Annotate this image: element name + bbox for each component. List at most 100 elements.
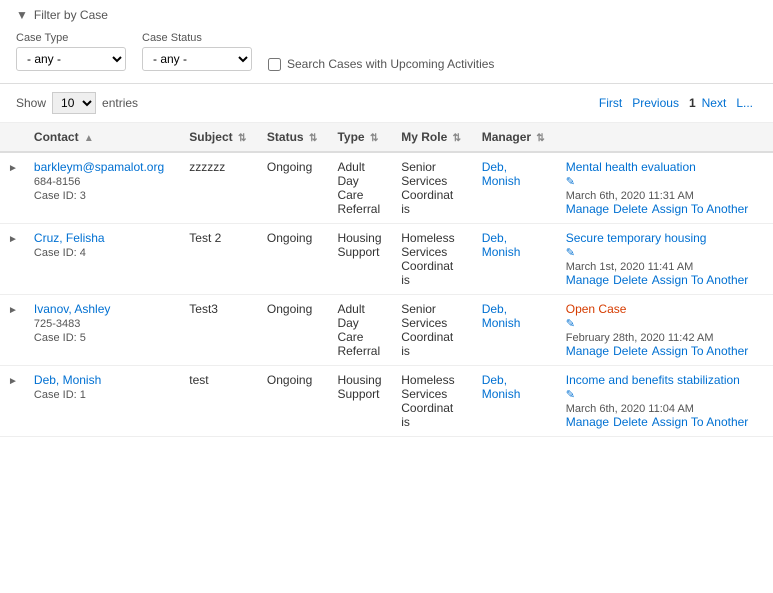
case-status-select[interactable]: - any - — [142, 47, 252, 71]
edit-pencil-icon[interactable]: ✎ — [566, 389, 575, 401]
pagination: First Previous 1 Next L... — [599, 96, 757, 110]
row-expander[interactable]: ► — [0, 224, 26, 295]
contact-link[interactable]: barkleym@spamalot.org — [34, 160, 164, 174]
role-text: HomelessServicesCoordinatis — [401, 373, 454, 429]
contact-link[interactable]: Ivanov, Ashley — [34, 302, 111, 316]
collapse-icon[interactable]: ▼ — [16, 8, 28, 22]
entries-select[interactable]: 10 — [52, 92, 96, 114]
action-delete[interactable]: Delete — [613, 273, 648, 287]
manager-sort-icon: ⇅ — [536, 133, 544, 144]
type-text: AdultDayCareReferral — [337, 302, 380, 358]
manager-link[interactable]: Deb,Monish — [482, 373, 521, 401]
row-expander[interactable]: ► — [0, 295, 26, 366]
contact-link[interactable]: Deb, Monish — [34, 373, 101, 387]
filter-header: ▼ Filter by Case — [16, 8, 757, 22]
case-date: February 28th, 2020 11:42 AM — [566, 332, 714, 344]
status-cell: Ongoing — [259, 224, 330, 295]
table-controls: Show 10 entries First Previous 1 Next L.… — [0, 84, 773, 123]
subject-sort-icon: ⇅ — [238, 133, 246, 144]
col-type[interactable]: Type ⇅ — [329, 123, 393, 152]
table-row: ► barkleym@spamalot.org 684-8156 Case ID: 3… — [0, 152, 773, 224]
contact-case-id: Case ID: 4 — [34, 247, 86, 259]
contact-phone: 725-3483 — [34, 318, 81, 330]
case-type-field: Case Type - any - — [16, 32, 126, 71]
type-cell: HousingSupport — [329, 224, 393, 295]
col-my-role[interactable]: My Role ⇅ — [393, 123, 473, 152]
col-subject[interactable]: Subject ⇅ — [181, 123, 259, 152]
action-assign-to-another[interactable]: Assign To Another — [652, 344, 749, 358]
pagination-prev[interactable]: Previous — [632, 96, 679, 110]
role-cell: SeniorServicesCoordinatis — [393, 152, 473, 224]
row-expander[interactable]: ► — [0, 366, 26, 437]
case-status-field: Case Status - any - — [142, 32, 252, 71]
action-delete[interactable]: Delete — [613, 202, 648, 216]
action-manage[interactable]: Manage — [566, 202, 609, 216]
upcoming-activities-field: Search Cases with Upcoming Activities — [268, 57, 494, 71]
case-title-link[interactable]: Open Case — [566, 302, 627, 316]
action-manage[interactable]: Manage — [566, 415, 609, 429]
status-cell: Ongoing — [259, 152, 330, 224]
col-contact[interactable]: Contact ▲ — [26, 123, 181, 152]
action-links: Manage Delete Assign To Another — [566, 344, 753, 358]
role-cell: HomelessServicesCoordinatis — [393, 224, 473, 295]
subject-cell: test — [181, 366, 259, 437]
action-assign-to-another[interactable]: Assign To Another — [652, 273, 749, 287]
action-delete[interactable]: Delete — [613, 415, 648, 429]
contact-case-id: Case ID: 1 — [34, 389, 86, 401]
action-links: Manage Delete Assign To Another — [566, 273, 753, 287]
role-text: SeniorServicesCoordinatis — [401, 302, 453, 358]
filter-fields: Case Type - any - Case Status - any - Se… — [16, 32, 757, 71]
contact-case-id: Case ID: 3 — [34, 190, 86, 202]
pagination-first[interactable]: First — [599, 96, 622, 110]
row-expander[interactable]: ► — [0, 152, 26, 224]
case-title-link[interactable]: Income and benefits stabilization — [566, 373, 740, 387]
pagination-last[interactable]: L... — [736, 96, 753, 110]
manager-link[interactable]: Deb,Monish — [482, 302, 521, 330]
subject-cell: Test3 — [181, 295, 259, 366]
show-entries: Show 10 entries — [16, 92, 138, 114]
action-manage[interactable]: Manage — [566, 273, 609, 287]
contact-sort-icon: ▲ — [84, 133, 94, 144]
type-cell: AdultDayCareReferral — [329, 295, 393, 366]
case-date: March 1st, 2020 11:41 AM — [566, 261, 694, 273]
col-status[interactable]: Status ⇅ — [259, 123, 330, 152]
type-cell: HousingSupport — [329, 366, 393, 437]
case-actions-cell: Open Case ✎ February 28th, 2020 11:42 AMMa… — [558, 295, 773, 366]
edit-pencil-icon[interactable]: ✎ — [566, 176, 575, 188]
manager-cell: Deb,Monish — [474, 366, 558, 437]
action-manage[interactable]: Manage — [566, 344, 609, 358]
edit-pencil-icon[interactable]: ✎ — [566, 318, 575, 330]
upcoming-activities-checkbox[interactable] — [268, 58, 281, 71]
case-title-link[interactable]: Secure temporary housing — [566, 231, 707, 245]
manager-link[interactable]: Deb,Monish — [482, 160, 521, 188]
subject-cell: Test 2 — [181, 224, 259, 295]
status-cell: Ongoing — [259, 366, 330, 437]
table-header-row: Contact ▲ Subject ⇅ Status ⇅ Type ⇅ My R… — [0, 123, 773, 152]
case-actions-cell: Secure temporary housing ✎ March 1st, 2020… — [558, 224, 773, 295]
action-assign-to-another[interactable]: Assign To Another — [652, 415, 749, 429]
contact-cell: Cruz, Felisha Case ID: 4 — [26, 224, 181, 295]
type-text: HousingSupport — [337, 231, 381, 259]
col-manager[interactable]: Manager ⇅ — [474, 123, 558, 152]
action-assign-to-another[interactable]: Assign To Another — [652, 202, 749, 216]
case-actions-cell: Mental health evaluation✎March 6th, 2020… — [558, 152, 773, 224]
contact-link[interactable]: Cruz, Felisha — [34, 231, 105, 245]
manager-cell: Deb,Monish — [474, 224, 558, 295]
case-title-link[interactable]: Mental health evaluation — [566, 160, 696, 174]
expander-col-header — [0, 123, 26, 152]
table-row: ►Ivanov, Ashley725-3483Case ID: 5Test3On… — [0, 295, 773, 366]
contact-cell: barkleym@spamalot.org 684-8156 Case ID: 3 — [26, 152, 181, 224]
contact-phone: 684-8156 — [34, 176, 81, 188]
edit-pencil-icon[interactable]: ✎ — [566, 247, 575, 259]
cases-table: Contact ▲ Subject ⇅ Status ⇅ Type ⇅ My R… — [0, 123, 773, 437]
pagination-next[interactable]: Next — [702, 96, 727, 110]
action-delete[interactable]: Delete — [613, 344, 648, 358]
manager-link[interactable]: Deb,Monish — [482, 231, 521, 259]
col-actions — [558, 123, 773, 152]
contact-cell: Deb, Monish Case ID: 1 — [26, 366, 181, 437]
status-sort-icon: ⇅ — [309, 133, 317, 144]
entries-label: entries — [102, 96, 138, 110]
action-links: Manage Delete Assign To Another — [566, 415, 753, 429]
contact-case-id: Case ID: 5 — [34, 332, 86, 344]
case-type-select[interactable]: - any - — [16, 47, 126, 71]
